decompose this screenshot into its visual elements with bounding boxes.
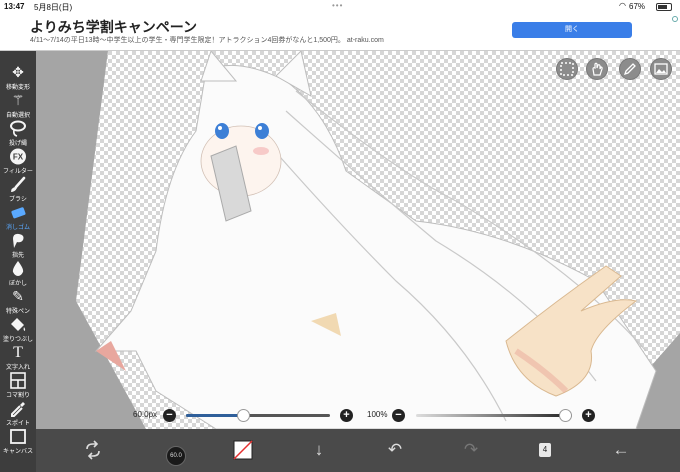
opacity-slider[interactable] [416, 409, 572, 422]
tool-label: 投げ縄 [8, 141, 27, 147]
tool-brush[interactable]: ブラシ [0, 175, 36, 205]
drawing-canvas[interactable] [36, 51, 680, 429]
brush-size-plus-button[interactable]: + [340, 409, 353, 422]
special-pen-icon: ✎ [12, 288, 24, 304]
fx-icon: FX [9, 148, 27, 165]
move-icon: ✥ [12, 64, 24, 80]
tool-text[interactable]: T 文字入れ [0, 343, 36, 373]
tool-label: 指先 [11, 253, 24, 259]
tool-special-pen[interactable]: ✎ 特殊ペン [0, 287, 36, 317]
tool-label: 移動変形 [5, 85, 30, 91]
tool-eyedropper[interactable]: スポイト [0, 399, 36, 429]
tool-move[interactable]: ✥ 移動変形 [0, 63, 36, 93]
brush-size-button[interactable]: 60.0 [156, 436, 196, 466]
eraser-icon [9, 204, 27, 221]
arrow-left-icon: ← [612, 440, 630, 459]
brush-size-thumb[interactable] [237, 409, 251, 422]
frame-divider-icon [9, 372, 27, 389]
transparent-color-icon [233, 440, 253, 460]
tool-label: 塗りつぶし [2, 337, 34, 343]
tool-label: ぼかし [8, 281, 27, 287]
opacity-thumb[interactable] [559, 409, 572, 422]
opacity-minus-button[interactable]: − [392, 409, 405, 422]
canvas-artwork[interactable] [36, 51, 680, 429]
undo-button[interactable]: ↶ [381, 436, 409, 464]
pen-icon [623, 63, 636, 76]
ad-open-button[interactable]: 開く [512, 22, 632, 38]
hand-icon [592, 62, 603, 76]
fill-icon [9, 316, 27, 333]
tool-label: フィルター [3, 169, 33, 175]
tool-lasso[interactable]: 投げ縄 [0, 119, 36, 149]
image-button[interactable] [650, 58, 672, 80]
brush-size-minus-button[interactable]: − [163, 409, 176, 422]
download-button[interactable]: ↓ [305, 436, 333, 464]
tool-sidebar: ✥ 移動変形 ⚚ 自動選択 投げ縄 FX フィルター ブラシ 消しゴム 指先 ぼ… [0, 51, 36, 472]
image-icon [654, 63, 668, 75]
svg-text:FX: FX [13, 153, 24, 162]
layer-count-icon: 4 [539, 443, 551, 457]
color-button[interactable] [229, 436, 257, 464]
hand-button[interactable] [586, 58, 608, 80]
multitask-dots-icon[interactable]: ••• [332, 1, 343, 10]
tool-canvas[interactable]: キャンバス [0, 427, 36, 457]
text-icon: T [13, 344, 23, 361]
wifi-icon: ◠ [619, 1, 626, 10]
canvas-icon [9, 428, 27, 445]
tool-label: ブラシ [9, 197, 27, 203]
brush-size-label: 60.0px [133, 410, 158, 419]
brush-size-preview: 60.0 [166, 446, 186, 466]
tool-magic-wand[interactable]: ⚚ 自動選択 [0, 91, 36, 121]
brush-size-slider[interactable] [186, 409, 330, 422]
tool-frame-divider[interactable]: コマ割り [0, 371, 36, 401]
tool-filter[interactable]: FX フィルター [0, 147, 36, 177]
left-eye [215, 123, 229, 139]
ad-info-icon[interactable] [672, 16, 678, 22]
back-button[interactable]: ← [607, 436, 635, 464]
battery-percent: 67% [629, 2, 646, 11]
eyedropper-icon [9, 400, 27, 417]
swap-button[interactable] [79, 436, 107, 464]
selection-icon [560, 62, 574, 76]
battery-icon [656, 3, 672, 11]
finger-icon [9, 232, 27, 249]
tool-label: 特殊ペン [5, 309, 30, 315]
tool-blur[interactable]: ぼかし [0, 259, 36, 289]
layers-button[interactable]: 4 [532, 436, 560, 464]
slider-row: 60.0px − + 100% − + [36, 404, 680, 428]
tool-label: 消しゴム [5, 225, 30, 231]
tool-label: コマ割り [5, 393, 30, 399]
undo-icon: ↶ [387, 440, 403, 459]
tool-fill[interactable]: 塗りつぶし [0, 315, 36, 345]
status-bar: 13:47 5月8日(日) ••• ◠ 67% [0, 0, 680, 14]
brush-icon [9, 176, 27, 193]
rotate-swap-icon [86, 440, 100, 460]
tool-label: スポイト [5, 421, 30, 427]
ad-banner[interactable]: よりみち学割キャンペーン 4/11〜7/14の平日13時〜中学生以上の学生・専門… [0, 14, 680, 51]
tool-finger[interactable]: 指先 [0, 231, 36, 261]
pen-button[interactable] [619, 58, 641, 80]
arrow-down-icon: ↓ [314, 440, 324, 459]
magic-wand-icon: ⚚ [11, 92, 25, 108]
ad-subtitle: 4/11〜7/14の平日13時〜中学生以上の学生・専門学生限定！アトラクション4… [30, 37, 384, 44]
tool-label: 自動選択 [5, 113, 30, 119]
ad-title: よりみち学割キャンペーン [30, 19, 198, 35]
status-time: 13:47 [4, 2, 25, 11]
tool-eraser[interactable]: 消しゴム [0, 203, 36, 233]
bottom-bar: 60.0 ↓ ↶ ↷ 4 ← [36, 429, 680, 472]
selection-button[interactable] [556, 58, 578, 80]
blur-icon [9, 260, 27, 277]
tool-label: キャンバス [2, 449, 33, 455]
tool-label: 文字入れ [5, 365, 30, 371]
lasso-icon [9, 120, 27, 137]
right-eye [255, 123, 269, 139]
status-date: 5月8日(日) [34, 3, 73, 12]
brush-size-fill [186, 414, 244, 417]
redo-button[interactable]: ↷ [457, 436, 485, 464]
opacity-plus-button[interactable]: + [582, 409, 595, 422]
opacity-label: 100% [367, 410, 388, 419]
redo-icon: ↷ [463, 440, 479, 459]
